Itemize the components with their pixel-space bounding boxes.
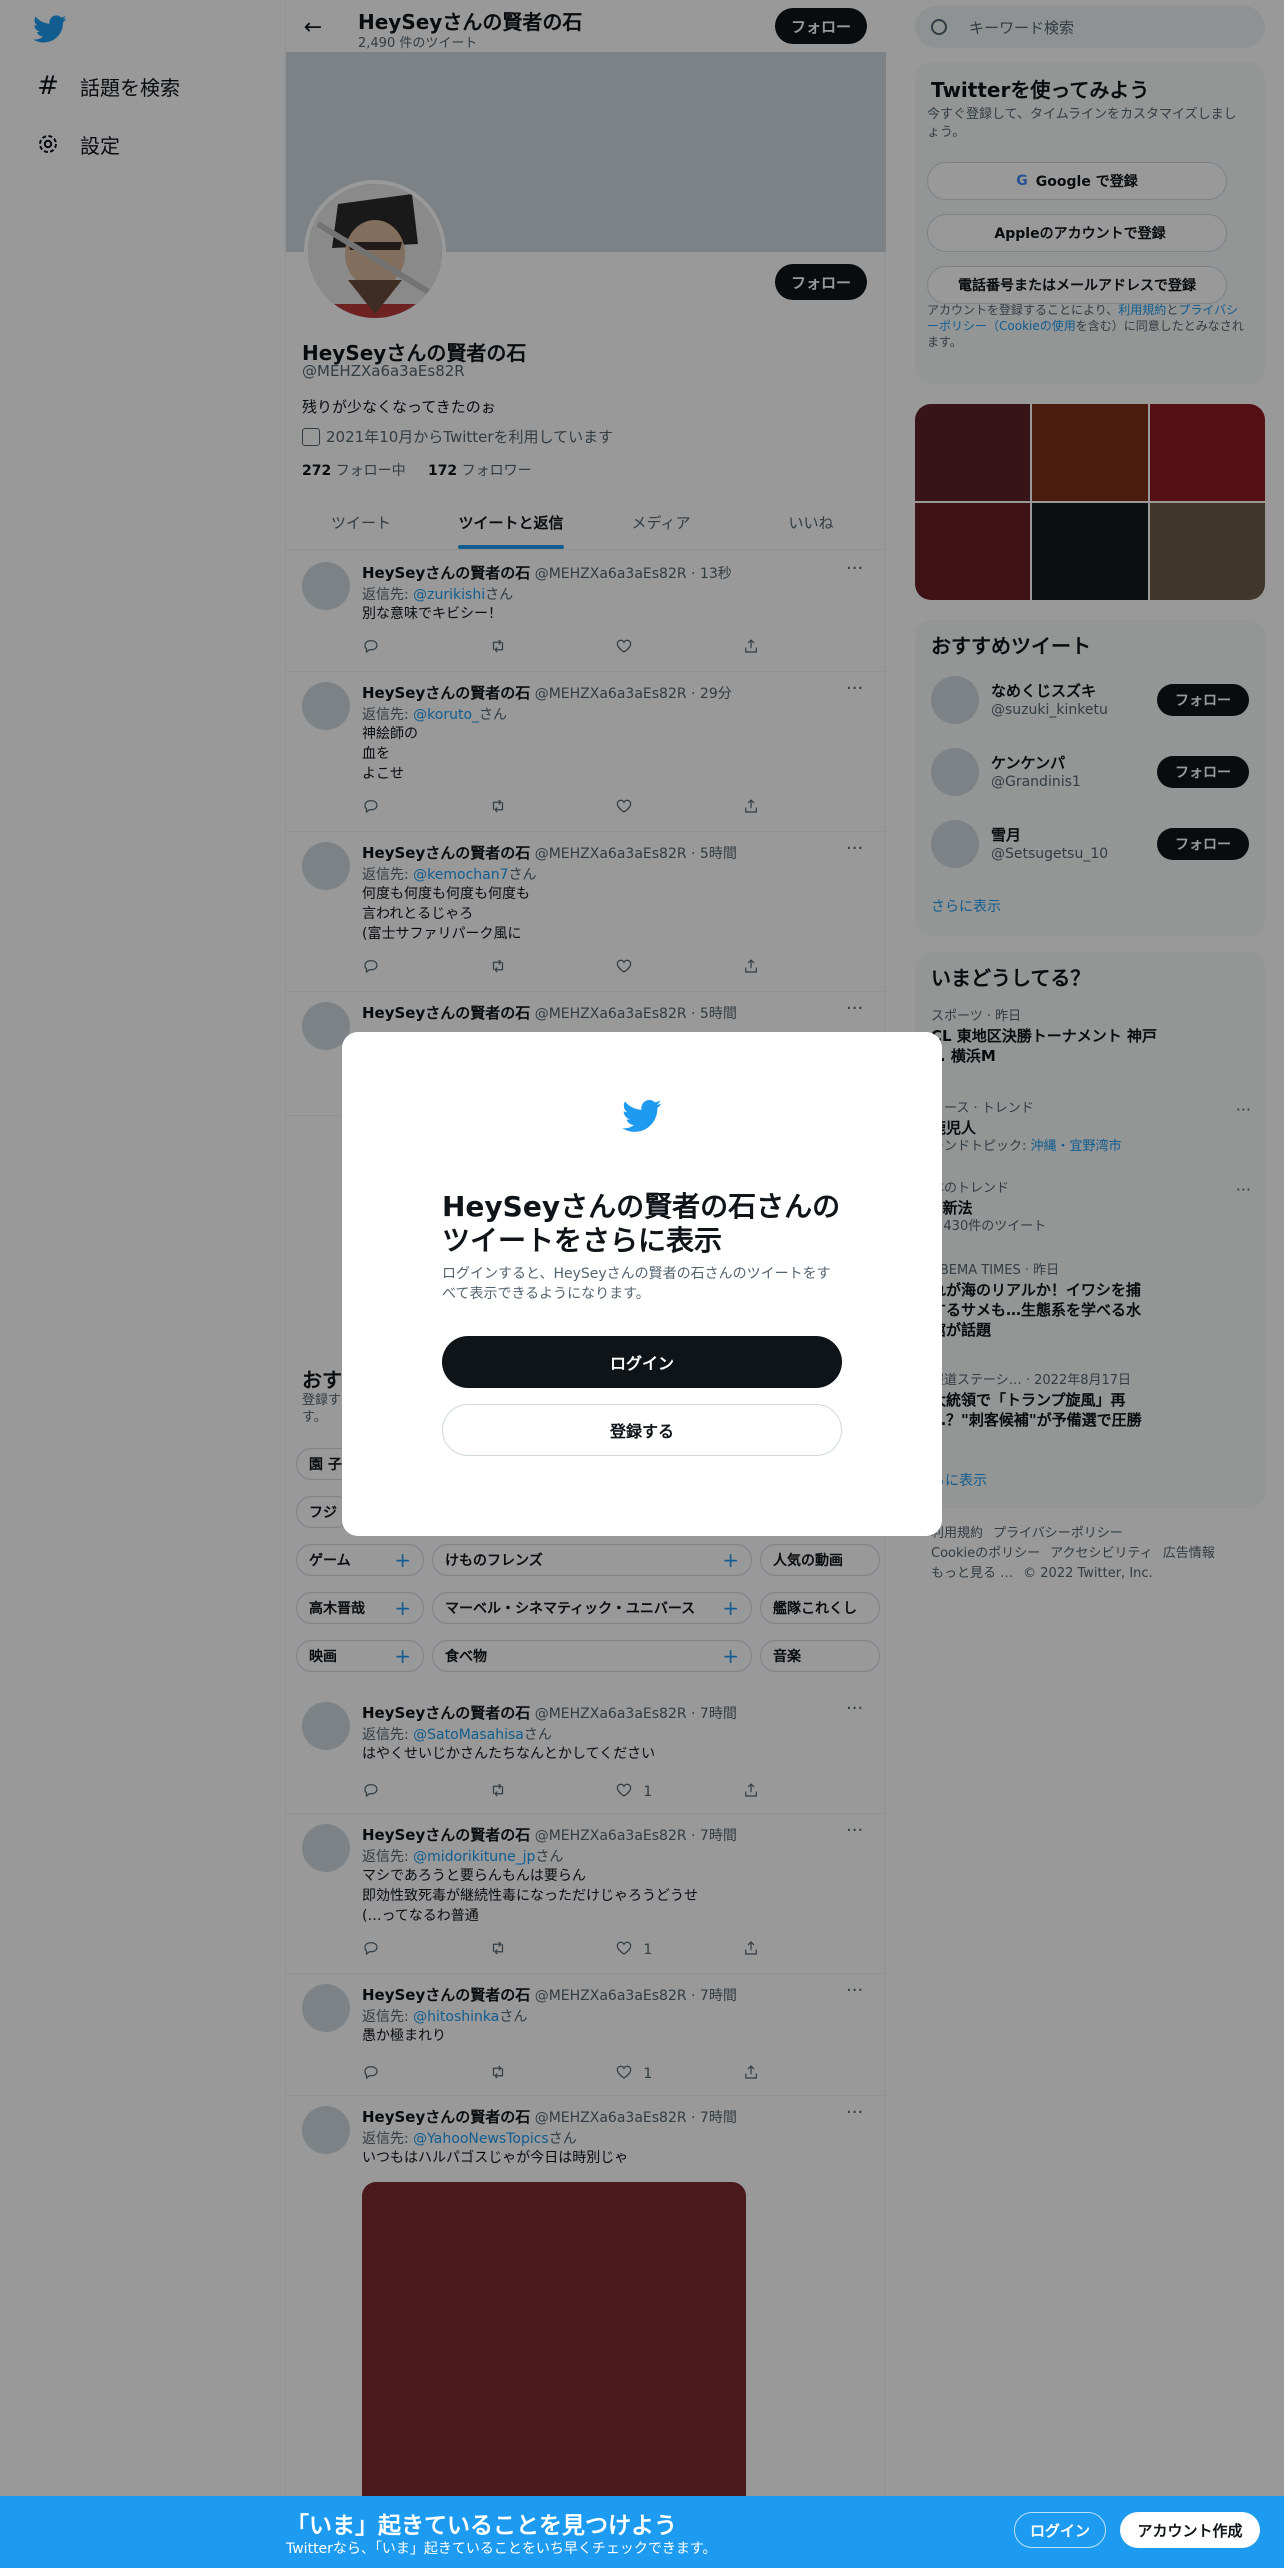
modal-subtitle: ログインすると、HeySeyさんの賢者の石さんのツイートをすべて表示できるように… [442, 1266, 831, 1302]
bottom-signup-bar: 「いま」起きていることを見つけよう Twitterなら、「いま」起きていることを… [0, 2496, 1284, 2568]
twitter-logo-icon [622, 1100, 662, 1132]
bottom-bar-subtitle: Twitterなら、「いま」起きていることをいち早くチェックできます。 [286, 2541, 717, 2557]
bottom-login-button[interactable]: ログイン [1014, 2512, 1106, 2548]
login-modal: HeySeyさんの賢者の石さんのツイートをさらに表示 ログインすると、HeySe… [342, 1032, 942, 1536]
bottom-signup-button[interactable]: アカウント作成 [1120, 2512, 1260, 2548]
modal-login-button[interactable]: ログイン [442, 1336, 842, 1388]
bottom-bar-title: 「いま」起きていることを見つけよう [286, 2513, 677, 2539]
modal-signup-button[interactable]: 登録する [442, 1404, 842, 1456]
modal-title: HeySeyさんの賢者の石さんのツイートをさらに表示 [442, 1190, 841, 1257]
